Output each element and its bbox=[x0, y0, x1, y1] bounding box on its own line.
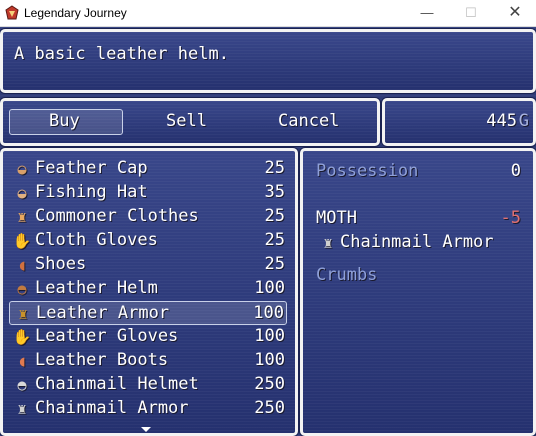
item-list-window: ◒ Feather Cap 25 ◒ Fishing Hat 35 ♜ Commoner Cl… bbox=[0, 148, 298, 436]
scroll-down-arrow-icon[interactable] bbox=[141, 427, 151, 432]
shop-item-row[interactable]: ♜ Leather Armor 100 bbox=[9, 301, 287, 325]
item-name: Chainmail Helmet bbox=[35, 374, 199, 394]
item-name: Leather Boots bbox=[35, 350, 169, 370]
item-price: 35 bbox=[264, 182, 285, 202]
item-name: Chainmail Armor bbox=[35, 398, 189, 418]
item-price: 250 bbox=[254, 398, 285, 418]
app-icon bbox=[5, 5, 19, 20]
shoes-icon: ◖ bbox=[17, 256, 27, 274]
shop-item-row[interactable]: ♜ Commoner Clothes 25 bbox=[9, 205, 287, 229]
item-price: 100 bbox=[254, 326, 285, 346]
armor-icon: ♜ bbox=[323, 234, 333, 252]
armor-icon: ♜ bbox=[18, 305, 28, 323]
item-name: Leather Gloves bbox=[35, 326, 179, 346]
item-price: 100 bbox=[253, 303, 284, 323]
maximize-button[interactable]: ☐ bbox=[454, 0, 488, 26]
minimize-button[interactable]: — bbox=[410, 0, 444, 26]
item-price: 100 bbox=[254, 278, 285, 298]
possession-value: 0 bbox=[510, 161, 521, 181]
item-name: Commoner Clothes bbox=[35, 206, 199, 226]
item-price: 100 bbox=[254, 350, 285, 370]
possession-label: Possession bbox=[316, 161, 419, 181]
equipped-item-name: Chainmail Armor bbox=[340, 232, 494, 252]
window-title: Legendary Journey bbox=[24, 6, 127, 20]
item-price: 250 bbox=[254, 374, 285, 394]
gold-value: 445 bbox=[486, 111, 517, 131]
item-price: 25 bbox=[264, 254, 285, 274]
item-name: Shoes bbox=[35, 254, 87, 274]
shop-item-row[interactable]: ◓ Chainmail Helmet 250 bbox=[9, 373, 287, 397]
cancel-command[interactable]: Cancel bbox=[278, 111, 339, 131]
gloves-icon: ✋ bbox=[12, 232, 32, 250]
close-button[interactable]: ✕ bbox=[498, 0, 532, 26]
shop-item-row[interactable]: ◓ Leather Helm 100 bbox=[9, 277, 287, 301]
item-name: Cloth Gloves bbox=[35, 230, 158, 250]
item-price: 25 bbox=[264, 158, 285, 178]
item-price: 25 bbox=[264, 206, 285, 226]
stat-difference: -5 bbox=[500, 208, 521, 228]
sell-command[interactable]: Sell bbox=[166, 111, 207, 131]
item-price: 25 bbox=[264, 230, 285, 250]
shop-item-row[interactable]: ✋ Cloth Gloves 25 bbox=[9, 229, 287, 253]
gold-unit: G bbox=[518, 111, 529, 131]
command-window: Buy Sell Cancel bbox=[0, 98, 380, 146]
item-name: Leather Armor bbox=[36, 303, 170, 323]
item-name: Fishing Hat bbox=[35, 182, 148, 202]
status-window: Possession 0 MOTH -5 ♜ Chainmail Armor C… bbox=[300, 148, 536, 436]
help-text: A basic leather helm. bbox=[14, 44, 229, 64]
cap-icon: ◒ bbox=[17, 160, 27, 178]
shop-item-row[interactable]: ◖ Shoes 25 bbox=[9, 253, 287, 277]
armor-icon: ♜ bbox=[17, 400, 27, 418]
helm-icon: ◓ bbox=[17, 280, 27, 298]
item-name: Leather Helm bbox=[35, 278, 158, 298]
gold-window: 445 G bbox=[382, 98, 536, 146]
shop-item-row[interactable]: ◖ Leather Boots 100 bbox=[9, 349, 287, 373]
hat-icon: ◒ bbox=[17, 184, 27, 202]
item-name: Feather Cap bbox=[35, 158, 148, 178]
title-bar: Legendary Journey — ☐ ✕ bbox=[0, 0, 536, 27]
actor-name: MOTH bbox=[316, 208, 357, 228]
shop-item-row[interactable]: ✋ Leather Gloves 100 bbox=[9, 325, 287, 349]
help-window: A basic leather helm. bbox=[0, 29, 536, 93]
buy-command[interactable]: Buy bbox=[49, 111, 80, 131]
clothes-icon: ♜ bbox=[17, 208, 27, 226]
helmet-icon: ◓ bbox=[17, 376, 27, 394]
shop-item-row[interactable]: ♜ Chainmail Armor 250 bbox=[9, 397, 287, 421]
boots-icon: ◖ bbox=[17, 352, 27, 370]
shop-item-row[interactable]: ◒ Fishing Hat 35 bbox=[9, 181, 287, 205]
gloves-icon: ✋ bbox=[12, 328, 32, 346]
actor-name: Crumbs bbox=[316, 265, 378, 285]
shop-item-row[interactable]: ◒ Feather Cap 25 bbox=[9, 157, 287, 181]
game-screen: A basic leather helm. Buy Sell Cancel 44… bbox=[0, 27, 536, 436]
